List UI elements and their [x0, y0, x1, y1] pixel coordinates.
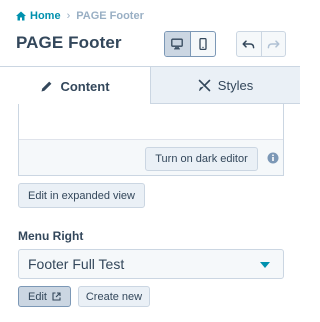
- breadcrumb-home-link[interactable]: Home: [16, 10, 61, 22]
- editor-tabs: Content Styles: [0, 66, 300, 106]
- dark-editor-button[interactable]: Turn on dark editor: [145, 147, 258, 171]
- tab-styles[interactable]: Styles: [151, 67, 300, 103]
- breadcrumb-separator: ›: [66, 10, 71, 22]
- tab-content-label: Content: [60, 79, 110, 94]
- home-icon: [16, 11, 26, 21]
- menu-right-selected-value: Footer Full Test: [28, 256, 125, 272]
- code-editor[interactable]: Turn on dark editor: [18, 104, 284, 176]
- breadcrumb-current: PAGE Footer: [76, 10, 144, 22]
- undo-icon: [242, 39, 255, 48]
- breadcrumb: Home › PAGE Footer: [16, 9, 144, 23]
- tab-styles-label: Styles: [217, 77, 254, 93]
- device-preview-toggle: [164, 31, 216, 57]
- pencil-icon: [41, 81, 52, 92]
- external-link-icon: [52, 292, 61, 301]
- menu-right-select[interactable]: Footer Full Test: [18, 249, 284, 279]
- undo-button[interactable]: [237, 32, 261, 56]
- mobile-preview-button[interactable]: [189, 32, 216, 56]
- redo-icon: [267, 39, 280, 48]
- expanded-view-button[interactable]: Edit in expanded view: [18, 183, 145, 208]
- caret-down-icon: [260, 262, 270, 268]
- brush-icon: [198, 79, 211, 91]
- editor-footer: Turn on dark editor: [19, 139, 283, 175]
- edit-menu-button[interactable]: Edit: [18, 286, 71, 307]
- redo-button[interactable]: [260, 32, 286, 56]
- page-title: PAGE Footer: [16, 33, 122, 52]
- create-new-button[interactable]: Create new: [78, 286, 150, 307]
- breadcrumb-home-label: Home: [30, 10, 61, 22]
- history-controls: [236, 31, 286, 57]
- info-icon[interactable]: [267, 152, 279, 164]
- desktop-preview-button[interactable]: [165, 32, 190, 56]
- mobile-icon: [199, 38, 207, 50]
- tab-content[interactable]: Content: [0, 67, 151, 106]
- desktop-icon: [171, 38, 184, 50]
- menu-right-label: Menu Right: [18, 229, 84, 243]
- edit-menu-label: Edit: [28, 290, 47, 303]
